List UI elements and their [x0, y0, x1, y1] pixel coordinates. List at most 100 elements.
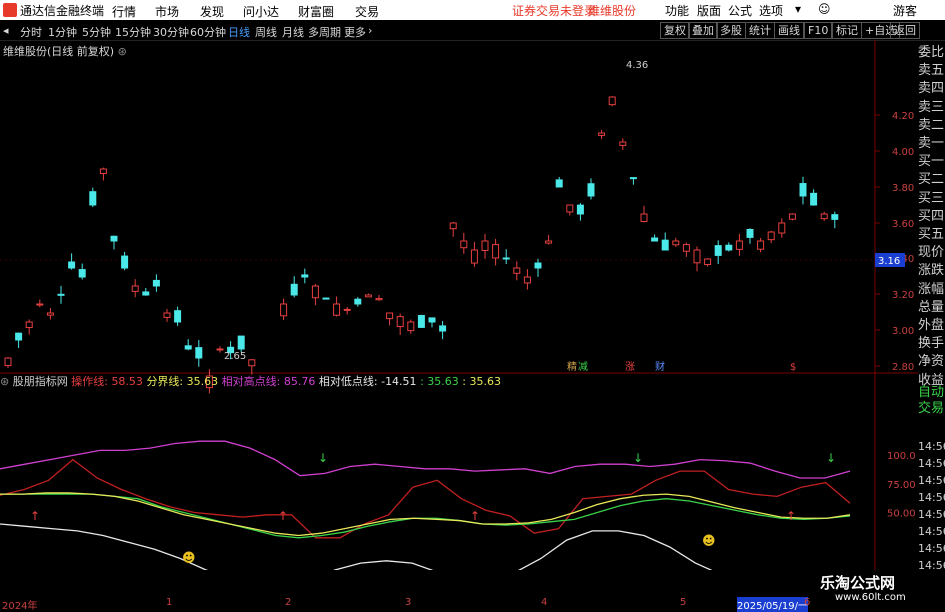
candle-body: [152, 279, 160, 287]
toolbar-button[interactable]: 复权: [660, 22, 690, 39]
candle-body: [651, 237, 659, 242]
candle-body: [417, 315, 425, 328]
price-tick-label: 3.20: [892, 290, 914, 301]
low-line-value: -14.51: [381, 375, 417, 388]
quote-field-label: 卖四: [918, 81, 945, 97]
candle-body: [693, 249, 701, 264]
event-tag: $: [790, 362, 796, 373]
menu-discover[interactable]: 发现: [200, 3, 224, 20]
price-tick-label: 4.20: [892, 111, 914, 122]
candle-body: [68, 261, 76, 269]
candle-body: [375, 298, 383, 301]
candle-body: [237, 335, 245, 350]
candle-body: [248, 359, 256, 367]
period-tab[interactable]: 周线: [255, 24, 277, 40]
candle-body: [725, 244, 733, 251]
candle-body: [704, 258, 712, 266]
high-line: [0, 440, 851, 479]
title-stock: 维维股份: [588, 4, 637, 18]
price-tick-label: 4.00: [892, 147, 914, 158]
minimize-icon[interactable]: ▾: [795, 2, 801, 16]
watermark-url: www.60lt.com: [835, 592, 906, 603]
value-extra: : 35.63: [462, 375, 501, 388]
candle-body: [195, 347, 203, 359]
period-tab[interactable]: 15分钟: [115, 24, 151, 40]
x-axis-label: 5: [680, 597, 687, 608]
candle-body: [767, 231, 775, 241]
candle-body: [36, 303, 44, 306]
menu-formula[interactable]: 公式: [728, 2, 752, 19]
menu-quotes[interactable]: 行情: [112, 3, 136, 20]
current-price-label: 3.16: [878, 256, 900, 267]
price-tick-label: 3.00: [892, 326, 914, 337]
title-bar: 通达信金融终端 行情 市场 发现 问小达 财富圈 交易 证券交易未登录 维维股份…: [0, 0, 945, 20]
indicator-chart: ↑ ↑ ↑ ↑ ↓ ↓ ↓ ☻ ☻: [0, 440, 851, 570]
event-tags: 精减 涨 财 $: [567, 360, 796, 373]
period-tab[interactable]: 分时: [20, 24, 42, 40]
watermark-title: 乐淘公式网: [820, 574, 896, 592]
quote-field-label: 卖二: [918, 117, 945, 133]
candle-body: [110, 235, 118, 242]
candle-body: [364, 294, 372, 298]
indicator-axis: 100.0 75.00 50.00: [887, 451, 916, 520]
toolbar-button[interactable]: 多股: [716, 22, 746, 39]
main-chart[interactable]: 4.204.003.803.603.403.203.002.80 3.16 4.…: [0, 40, 918, 570]
period-tab[interactable]: 1分钟: [48, 24, 77, 40]
candle-body: [735, 240, 743, 250]
div-line: [0, 493, 851, 539]
menu-ask[interactable]: 问小达: [243, 3, 279, 20]
candle-body: [672, 240, 680, 246]
event-tag: 涨: [625, 361, 635, 373]
indicator-settings-icon[interactable]: ⊛: [0, 375, 9, 388]
time-label: 14:56: [918, 457, 945, 470]
toolbar-button[interactable]: 返回: [890, 22, 920, 39]
period-tab[interactable]: 月线: [282, 24, 304, 40]
candle-body: [280, 303, 288, 317]
toolbar-button[interactable]: 叠加: [688, 22, 718, 39]
sell-arrow-icon: ↓: [318, 451, 328, 465]
toolbar-button[interactable]: 画线: [774, 22, 804, 39]
high-line-value: 85.76: [283, 375, 316, 388]
menu-layout[interactable]: 版面: [697, 2, 721, 19]
chevron-right-icon[interactable]: ›: [368, 24, 372, 37]
guest-label[interactable]: 游客: [893, 2, 917, 19]
period-tab-more[interactable]: 更多: [344, 24, 366, 40]
period-toolbar: ◂ 分时 1分钟 5分钟 15分钟 30分钟 60分钟 日线 周线 月线 多周期…: [0, 20, 945, 41]
trade-panel-label[interactable]: 自动: [918, 385, 945, 401]
price-tick-label: 3.80: [892, 183, 914, 194]
value-green: : 35.63: [420, 375, 459, 388]
toolbar-button[interactable]: F10: [804, 22, 833, 39]
toolbar-button[interactable]: 标记: [832, 22, 862, 39]
toolbar-button[interactable]: 统计: [745, 22, 775, 39]
menu-wealth[interactable]: 财富圈: [298, 3, 334, 20]
candle-body: [4, 357, 12, 367]
sell-arrow-icon: ↓: [633, 451, 643, 465]
max-price-label: 4.36: [626, 60, 648, 71]
quote-field-label: 买五: [918, 227, 945, 242]
trade-panel-label[interactable]: 交易: [918, 401, 945, 417]
menu-options[interactable]: 选项: [759, 2, 783, 19]
candle-body: [99, 168, 107, 174]
price-tick-label: 2.80: [892, 362, 914, 373]
menu-function[interactable]: 功能: [665, 2, 689, 19]
price-axis: 4.204.003.803.603.403.203.002.80: [875, 111, 914, 373]
period-tab[interactable]: 60分钟: [190, 24, 226, 40]
smiley-icon: ☻: [702, 534, 716, 549]
user-icon[interactable]: ☺: [818, 2, 831, 16]
period-tab[interactable]: 30分钟: [153, 24, 189, 40]
x-axis-label: 1: [166, 597, 173, 608]
candle-body: [545, 240, 553, 244]
nav-left-icon[interactable]: ◂: [3, 24, 9, 37]
candle-body: [757, 240, 765, 250]
quote-field-label: 净资: [918, 354, 945, 370]
quote-field-label: 涨幅: [918, 281, 945, 297]
period-tab-active[interactable]: 日线: [228, 24, 250, 40]
candle-body: [640, 213, 648, 222]
smiley-icon: ☻: [182, 551, 196, 566]
div-line-value: 35.63: [186, 375, 219, 388]
menu-trade[interactable]: 交易: [355, 3, 379, 20]
period-tab[interactable]: 5分钟: [82, 24, 111, 40]
menu-market[interactable]: 市场: [155, 3, 179, 20]
login-notice[interactable]: 证券交易未登录: [512, 2, 596, 19]
period-tab[interactable]: 多周期: [308, 24, 341, 40]
